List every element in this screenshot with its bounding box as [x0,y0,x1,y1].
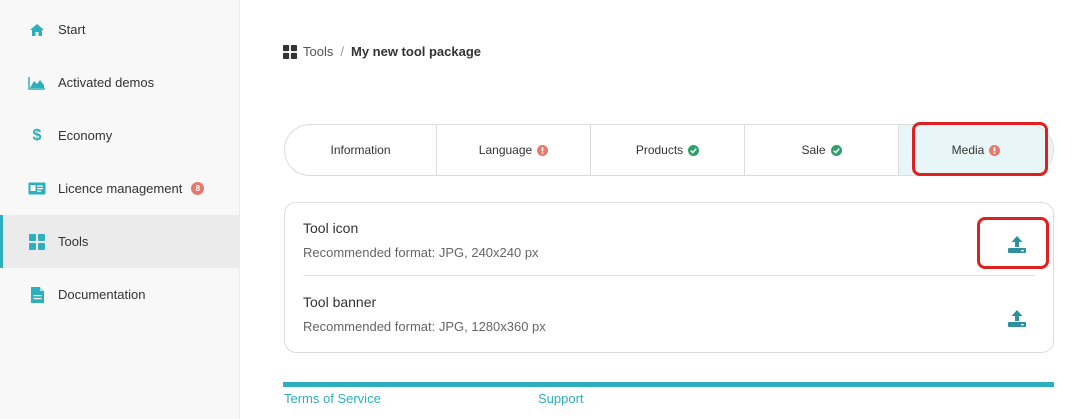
check-icon [688,144,700,156]
tab-information[interactable]: Information [285,125,437,175]
tab-media[interactable]: Media [899,125,1053,175]
media-row-title: Tool icon [303,220,359,236]
error-icon [989,144,1001,156]
sidebar-item-start[interactable]: Start [0,3,240,56]
terms-of-service-link[interactable]: Terms of Service [284,391,381,406]
tab-label: Sale [801,143,826,157]
media-row-hint: Recommended format: JPG, 240x240 px [303,245,539,260]
media-row-hint: Recommended format: JPG, 1280x360 px [303,319,546,334]
upload-icon[interactable] [1006,233,1028,255]
id-card-icon [27,179,47,199]
breadcrumb-current: My new tool package [350,44,482,59]
tab-products[interactable]: Products [591,125,745,175]
breadcrumb: Tools / My new tool package [283,44,481,59]
grid-icon [27,232,47,252]
sidebar-item-label: Tools [58,234,89,249]
upload-icon[interactable] [1006,307,1028,329]
sidebar-item-label: Economy [58,128,113,143]
sidebar-item-documentation[interactable]: Documentation [0,268,240,321]
breadcrumb-separator: / [340,44,344,59]
tab-label: Information [330,143,391,157]
breadcrumb-root-link[interactable]: Tools [303,44,333,59]
media-row-tool-icon: Tool icon Recommended format: JPG, 240x2… [303,203,1035,276]
sidebar-item-label: Activated demos [58,75,155,90]
grid-icon [283,44,297,59]
notification-badge: 8 [191,182,205,195]
media-row-title: Tool banner [303,294,377,310]
check-icon [830,144,842,156]
sidebar-item-tools[interactable]: Tools [0,215,240,268]
media-card: Tool icon Recommended format: JPG, 240x2… [284,202,1054,353]
sidebar-item-label: Documentation [58,287,146,302]
home-icon [27,20,47,40]
tab-label: Products [635,143,684,157]
dollar-icon: $ [32,126,42,144]
sidebar-item-label: Start [58,22,86,37]
tab-sale[interactable]: Sale [745,125,899,175]
sidebar-item-economy[interactable]: $ Economy [0,109,240,162]
area-chart-icon [27,73,47,93]
tab-language[interactable]: Language [437,125,591,175]
sidebar-item-licence-management[interactable]: Licence management 8 [0,162,240,215]
media-row-tool-banner: Tool banner Recommended format: JPG, 128… [303,277,1035,350]
sidebar-item-activated-demos[interactable]: Activated demos [0,56,240,109]
support-link[interactable]: Support [538,391,584,406]
document-icon [27,285,47,305]
footer-divider [283,382,1054,387]
error-icon [537,144,549,156]
sidebar-item-label: Licence management [58,181,183,196]
tab-bar: Information Language Products Sale Media [284,124,1054,176]
sidebar: Start Activated demos $ Economy Licence … [0,0,240,419]
tab-label: Media [951,143,985,157]
tab-label: Language [478,143,533,157]
